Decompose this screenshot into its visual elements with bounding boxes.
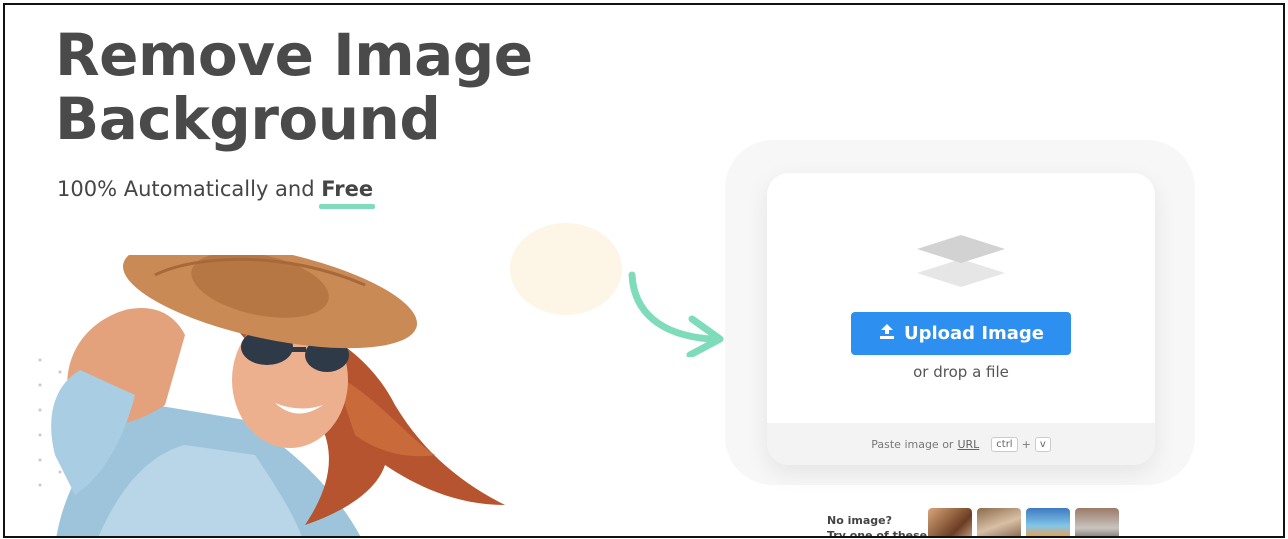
- decorative-blob: [510, 223, 622, 315]
- upload-image-button[interactable]: Upload Image: [851, 312, 1071, 355]
- title-line-1: Remove Image: [55, 21, 533, 89]
- upload-card[interactable]: Upload Image or drop a file Paste image …: [767, 173, 1155, 465]
- title-line-2: Background: [55, 85, 441, 153]
- shortcut-plus: +: [1021, 437, 1031, 451]
- v-key: v: [1034, 436, 1051, 452]
- hero-person-image: [35, 241, 505, 536]
- page-subtitle: 100% Automatically and Free: [57, 177, 375, 209]
- sample-image-2[interactable]: [977, 508, 1021, 536]
- sample-image-3[interactable]: [1026, 508, 1070, 536]
- sample-image-4[interactable]: [1075, 508, 1119, 536]
- sample-image-1[interactable]: [928, 508, 972, 536]
- ctrl-key: ctrl: [991, 436, 1018, 452]
- sample-prompt-line1: No image?: [827, 514, 892, 527]
- subtitle-text: 100% Automatically and: [57, 177, 315, 201]
- paste-text: Paste image or: [871, 437, 954, 451]
- layers-icon: [913, 231, 1009, 295]
- upload-icon: [878, 322, 896, 345]
- drop-file-text: or drop a file: [913, 363, 1009, 381]
- paste-bar: Paste image or URL ctrl + v: [767, 423, 1155, 465]
- sample-images: [928, 508, 1119, 536]
- page-frame: Remove Image Background 100% Automatical…: [3, 3, 1285, 538]
- subtitle-highlight: Free: [319, 177, 375, 209]
- url-link[interactable]: URL: [957, 438, 979, 451]
- sample-prompt: No image? Try one of these:: [827, 513, 932, 538]
- sample-prompt-line2: Try one of these:: [827, 529, 932, 538]
- page-title: Remove Image Background: [55, 23, 533, 151]
- upload-button-label: Upload Image: [903, 323, 1045, 344]
- curved-arrow-icon: [620, 267, 730, 361]
